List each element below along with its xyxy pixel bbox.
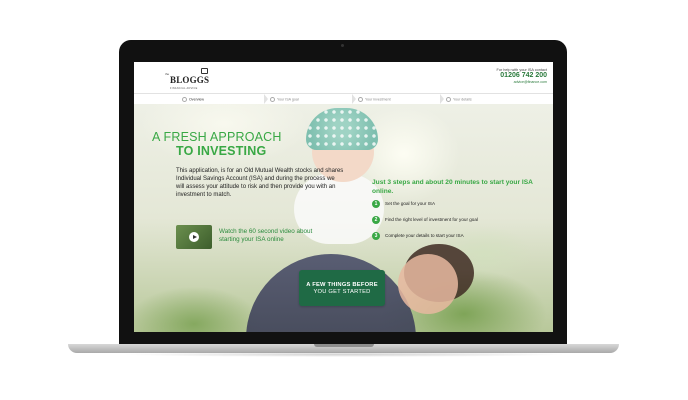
step-label: Overview bbox=[189, 97, 204, 102]
cta-line1: A FEW THINGS BEFORE bbox=[306, 282, 378, 288]
step-overview[interactable]: Overview bbox=[182, 97, 204, 102]
logo-word: BLOGGS bbox=[170, 75, 210, 85]
contact-phone[interactable]: 01206 742 200 bbox=[497, 72, 547, 80]
site-header: the BLOGGS FINANCIAL ADVICE For help wit… bbox=[134, 62, 553, 93]
logo-tagline: FINANCIAL ADVICE bbox=[170, 87, 198, 90]
step-investment[interactable]: Your investment bbox=[358, 97, 391, 102]
steps-list-item: 3 Complete your details to start your IS… bbox=[372, 232, 547, 244]
laptop-lid: the BLOGGS FINANCIAL ADVICE For help wit… bbox=[119, 40, 567, 345]
step-dot-icon bbox=[358, 97, 363, 102]
cta-line2: YOU GET STARTED bbox=[313, 289, 371, 295]
speech-bubble-icon bbox=[201, 68, 208, 74]
step-label: Your details bbox=[453, 97, 472, 102]
steps-panel-title: Just 3 steps and about 20 minutes to sta… bbox=[372, 179, 533, 195]
hero-photo-adult-face bbox=[398, 254, 458, 314]
step-separator bbox=[440, 94, 444, 104]
get-started-button[interactable]: A FEW THINGS BEFORE YOU GET STARTED bbox=[299, 270, 385, 306]
hero-headline-line1: A FRESH APPROACH bbox=[152, 130, 282, 144]
hero-intro-text: This application, is for an Old Mutual W… bbox=[176, 168, 344, 198]
laptop-screen: the BLOGGS FINANCIAL ADVICE For help wit… bbox=[134, 62, 553, 332]
steps-list-item: 2 Find the right level of investment for… bbox=[372, 216, 547, 228]
hero-section: A FRESH APPROACH TO INVESTING This appli… bbox=[134, 104, 553, 332]
step-number-badge: 2 bbox=[372, 216, 380, 224]
step-dot-icon bbox=[446, 97, 451, 102]
step-separator bbox=[264, 94, 268, 104]
step-label: Your investment bbox=[365, 97, 391, 102]
step-number-badge: 3 bbox=[372, 232, 380, 240]
step-label: Your ISA goal bbox=[277, 97, 299, 102]
laptop-shadow bbox=[120, 352, 568, 357]
contact-email[interactable]: advice@finance.com bbox=[497, 80, 547, 84]
hero-headline-line2: TO INVESTING bbox=[176, 144, 267, 158]
hero-photo-hat-pattern bbox=[306, 108, 378, 150]
steps-list-item: 1 Set the goal for your ISA bbox=[372, 200, 547, 212]
step-isa-goal[interactable]: Your ISA goal bbox=[270, 97, 299, 102]
camera-icon bbox=[341, 44, 344, 47]
step-text: Find the right level of investment for y… bbox=[385, 217, 478, 222]
bloggs-logo[interactable]: the BLOGGS FINANCIAL ADVICE bbox=[165, 68, 210, 90]
video-link-text[interactable]: Watch the 60 second video about starting… bbox=[219, 228, 319, 244]
steps-panel: Just 3 steps and about 20 minutes to sta… bbox=[372, 179, 547, 244]
step-dot-icon bbox=[270, 97, 275, 102]
step-text: Complete your details to start your ISA bbox=[385, 233, 464, 238]
step-details[interactable]: Your details bbox=[446, 97, 472, 102]
laptop-notch bbox=[314, 344, 374, 347]
step-separator bbox=[352, 94, 356, 104]
step-text: Set the goal for your ISA bbox=[385, 201, 436, 206]
step-dot-icon bbox=[182, 97, 187, 102]
logo-prefix: the bbox=[165, 72, 170, 76]
play-icon bbox=[193, 234, 197, 239]
step-number-badge: 1 bbox=[372, 200, 380, 208]
contact-block: For help with your ISA contact 01206 742… bbox=[497, 68, 547, 84]
